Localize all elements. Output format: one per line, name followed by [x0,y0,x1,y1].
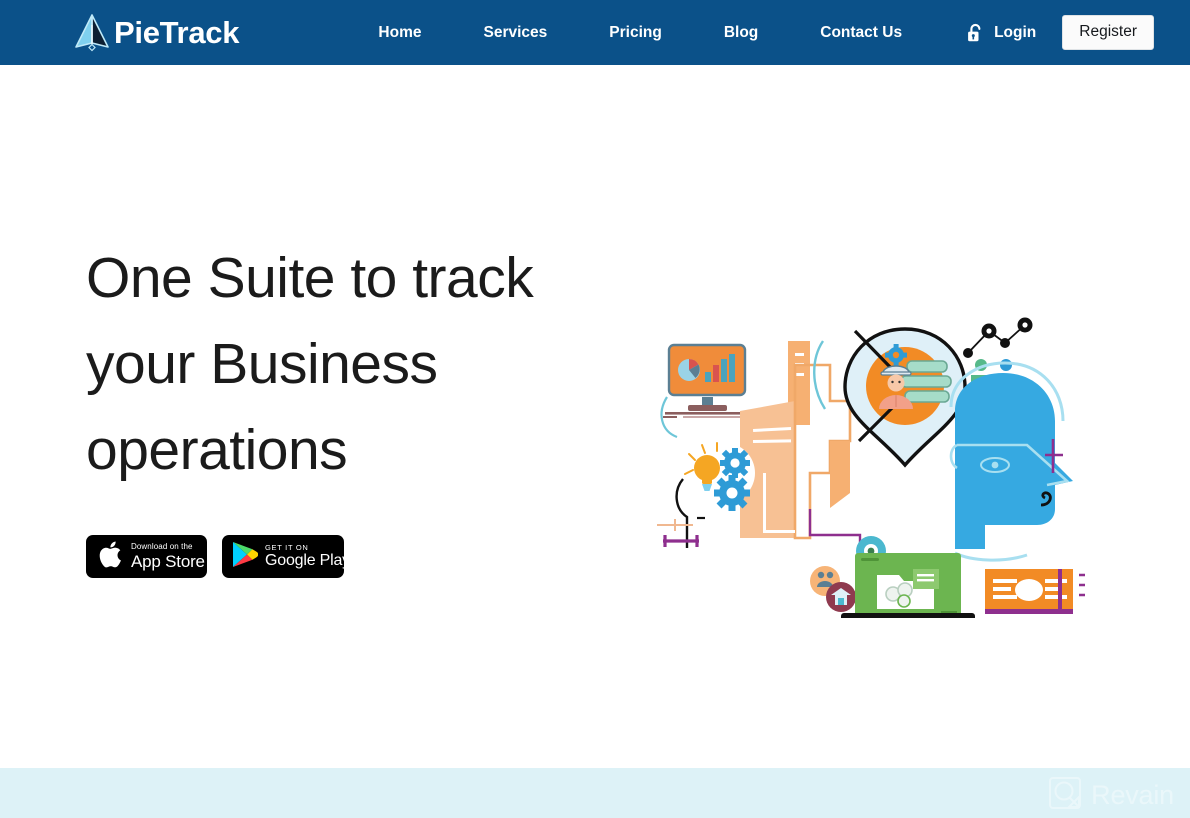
hero-copy: One Suite to track your Business operati… [86,235,556,578]
measure-marks [657,519,699,547]
app-store-badges: Download on the App Store GET IT ON Goog… [86,535,556,578]
blue-head-profile [949,361,1073,562]
paper-plane-triangle-icon [74,13,110,53]
nav-link-pricing[interactable]: Pricing [578,0,693,65]
brand-name: PieTrack [114,15,240,50]
revain-logo-icon [1048,776,1082,815]
network-scatter-dots [963,317,1033,358]
google-play-badge-small-text: GET IT ON [265,543,309,552]
google-play-triangle-icon [231,540,259,574]
business-operations-illustration [655,313,1093,621]
green-laptop-with-folder [841,553,975,621]
nav-link-home[interactable]: Home [347,0,452,65]
unlock-padlock-icon [967,23,984,43]
hero-section: One Suite to track your Business operati… [0,65,1190,818]
orange-card [985,569,1093,614]
app-store-badge-big-text: App Store [131,552,205,571]
apple-logo-icon [97,539,123,575]
login-link[interactable]: Login [933,23,1062,43]
app-store-badge-small-text: Download on the [131,542,193,551]
google-play-badge[interactable]: GET IT ON Google Play [222,535,350,578]
footer-band: Revain [0,768,1190,818]
revain-watermark: Revain [1048,776,1174,815]
site-header: PieTrack Home Services Pricing Blog Cont… [0,0,1190,65]
google-play-badge-big-text: Google Play [265,552,350,569]
nav-link-blog[interactable]: Blog [693,0,789,65]
register-button[interactable]: Register [1062,15,1154,50]
main-navigation: Home Services Pricing Blog Contact Us Lo… [347,0,1154,65]
app-store-badge[interactable]: Download on the App Store [86,535,207,578]
desktop-monitor-with-pie-and-bar-chart [663,343,751,418]
app-store-badge-text: Download on the App Store [131,542,205,571]
brand-logo[interactable]: PieTrack [74,13,239,53]
google-play-badge-text: GET IT ON Google Play [265,543,350,570]
revain-watermark-text: Revain [1091,780,1174,810]
login-label: Login [994,23,1037,41]
page-title: One Suite to track your Business operati… [86,246,534,482]
secure-store-icon [826,582,856,612]
orange-office-building [740,341,852,540]
nav-link-services[interactable]: Services [453,0,579,65]
nav-link-contact-us[interactable]: Contact Us [789,0,933,65]
